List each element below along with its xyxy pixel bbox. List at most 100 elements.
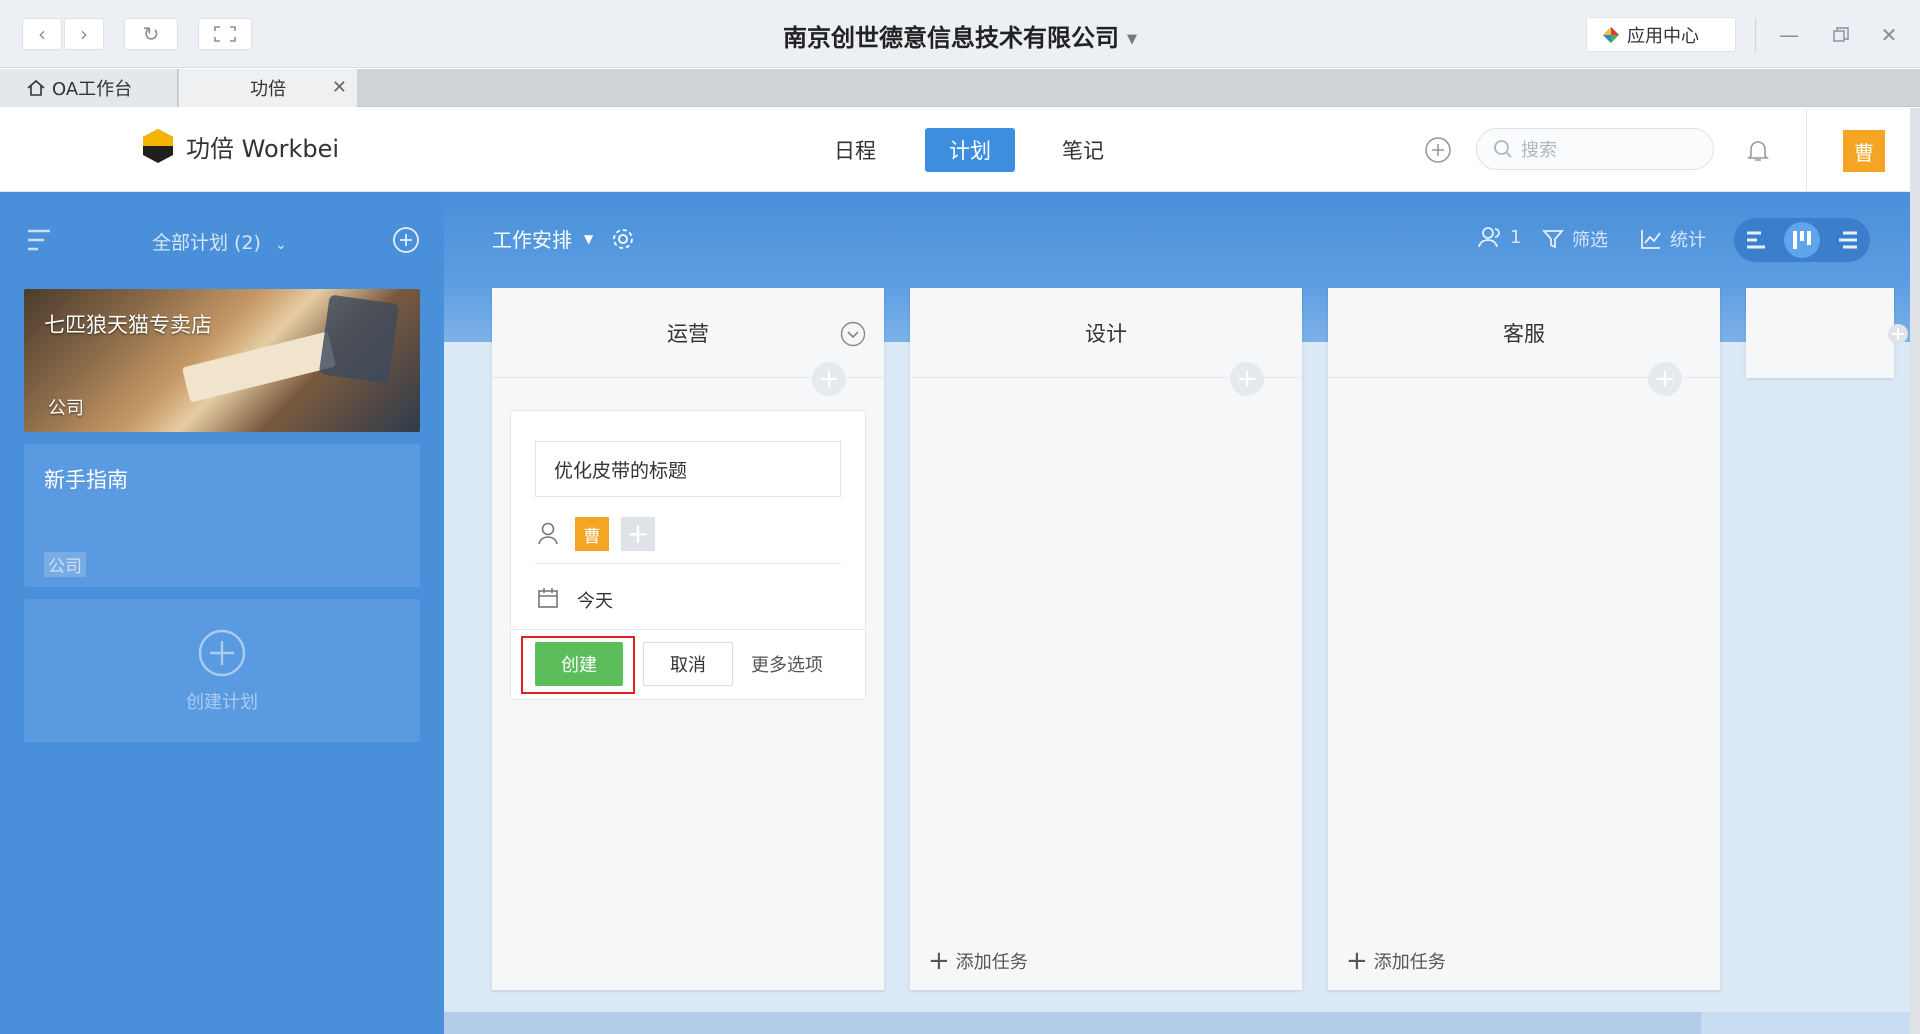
due-date-picker[interactable]: 今天 xyxy=(577,587,613,613)
task-title-value: 优化皮带的标题 xyxy=(554,459,688,482)
workbei-logo-icon xyxy=(143,129,173,163)
brand[interactable]: 功倍 Workbei xyxy=(142,128,339,164)
close-tab-icon[interactable]: ✕ xyxy=(332,77,347,98)
gantt-view-icon xyxy=(1747,231,1765,249)
stats-label: 统计 xyxy=(1670,230,1706,251)
add-circle-icon xyxy=(198,629,246,676)
app-center-logo-icon xyxy=(1603,26,1619,43)
kanban-view-icon xyxy=(1793,231,1811,249)
close-window-button[interactable]: ✕ xyxy=(1874,20,1904,50)
plus-icon: + xyxy=(1346,946,1368,976)
restore-button[interactable] xyxy=(1826,20,1856,50)
column-title: 设计 xyxy=(1085,321,1127,346)
brand-name: 功倍 Workbei xyxy=(186,134,340,163)
plus-icon: + xyxy=(1654,364,1676,394)
assignee-avatar[interactable]: 曹 xyxy=(575,517,609,551)
horizontal-scrollbar[interactable] xyxy=(444,1012,1910,1034)
board-column-operations: 运营 + 优化皮带的标题 曹 + 今天 创建 取消 更多选项 xyxy=(492,288,884,990)
plan-card-tmall-store[interactable]: 七匹狼天猫专卖店 公司 xyxy=(24,289,420,432)
add-task-link[interactable]: + 添加任务 xyxy=(928,946,1028,976)
tab-label: 功倍 xyxy=(250,79,286,100)
app-center-label: 应用中心 xyxy=(1627,25,1699,47)
list-view-button[interactable] xyxy=(1830,222,1866,258)
plan-filter-label: 全部计划 (2) xyxy=(152,232,261,254)
titlebar-divider xyxy=(1755,18,1756,52)
avatar-initial: 曹 xyxy=(1854,140,1874,165)
kanban-board: 工作安排 ▼ 1 筛选 统计 运营 + 优化皮带的标题 曹 + 今天 创建 取消… xyxy=(444,192,1910,1034)
view-switcher xyxy=(1734,218,1870,262)
collapse-circle-icon[interactable] xyxy=(840,321,866,347)
tab-notes[interactable]: 笔记 xyxy=(1038,128,1128,172)
create-label: 创建 xyxy=(561,655,597,676)
tab-bar: OA工作台 功倍 ✕ xyxy=(0,69,1920,107)
gantt-view-button[interactable] xyxy=(1738,222,1774,258)
plan-title: 七匹狼天猫专卖店 xyxy=(44,313,212,337)
plan-sidebar: 全部计划 (2) ⌄ 七匹狼天猫专卖店 公司 新手指南 公司 创建计划 xyxy=(0,192,444,1034)
board-view-name: 工作安排 xyxy=(492,228,572,252)
tab-notes-label: 笔记 xyxy=(1062,139,1104,163)
tab-plan-label: 计划 xyxy=(949,139,991,163)
caret-down-icon: ▼ xyxy=(584,231,594,246)
add-circle-icon xyxy=(1888,324,1908,344)
add-assignee-button[interactable]: + xyxy=(621,517,655,551)
board-column-design: 设计 + + 添加任务 xyxy=(910,288,1302,990)
plan-tag: 公司 xyxy=(48,398,84,419)
scrollbar-thumb[interactable] xyxy=(444,1012,1701,1034)
gear-icon[interactable] xyxy=(611,227,635,251)
calendar-icon xyxy=(538,588,558,608)
add-task-label: 添加任务 xyxy=(1373,952,1446,973)
window-titlebar: ‹ › ↻ 南京创世德意信息技术有限公司 ▼ 应用中心 — ✕ xyxy=(0,0,1920,68)
tab-plan[interactable]: 计划 xyxy=(925,128,1015,172)
add-column-placeholder[interactable] xyxy=(1746,288,1908,378)
add-task-link[interactable]: + 添加任务 xyxy=(1346,946,1446,976)
app-center-button[interactable]: 应用中心 xyxy=(1586,17,1736,52)
home-icon xyxy=(27,79,45,96)
plus-icon: + xyxy=(928,946,950,976)
filter-button[interactable]: 筛选 xyxy=(1542,226,1608,252)
search-input[interactable]: 搜索 xyxy=(1476,128,1714,170)
caret-down-icon: ▼ xyxy=(1127,31,1137,47)
add-task-button[interactable]: + xyxy=(812,362,846,396)
members-button[interactable]: 1 xyxy=(1478,226,1521,248)
plus-icon: + xyxy=(626,517,650,550)
stats-button[interactable]: 统计 xyxy=(1640,226,1706,252)
column-title: 客服 xyxy=(1503,321,1545,346)
minimize-button[interactable]: — xyxy=(1774,20,1804,50)
column-title: 运营 xyxy=(667,321,709,346)
due-date-value: 今天 xyxy=(577,591,613,612)
add-circle-icon[interactable] xyxy=(1424,136,1452,164)
search-placeholder: 搜索 xyxy=(1521,140,1557,161)
add-plan-icon[interactable] xyxy=(392,226,420,254)
more-options-label: 更多选项 xyxy=(751,655,823,676)
add-task-button[interactable]: + xyxy=(1648,362,1682,396)
app-header: 功倍 Workbei 日程 计划 笔记 搜索 曹 xyxy=(0,108,1920,192)
search-icon xyxy=(1494,140,1512,158)
close-icon: ✕ xyxy=(1880,23,1898,47)
header-divider xyxy=(1806,108,1807,192)
cover-image-decoration xyxy=(181,331,337,403)
bell-icon[interactable] xyxy=(1744,136,1772,164)
create-plan-card[interactable]: 创建计划 xyxy=(24,599,420,742)
tab-schedule[interactable]: 日程 xyxy=(810,128,900,172)
menu-icon[interactable] xyxy=(26,228,54,252)
company-title-text: 南京创世德意信息技术有限公司 xyxy=(783,24,1119,52)
tab-oa-workbench[interactable]: OA工作台 xyxy=(0,69,178,107)
chevron-down-icon: ⌄ xyxy=(275,237,287,253)
user-avatar[interactable]: 曹 xyxy=(1843,130,1885,172)
tab-label: OA工作台 xyxy=(52,79,133,100)
plan-card-guide[interactable]: 新手指南 公司 xyxy=(24,444,420,587)
add-task-button[interactable]: + xyxy=(1230,362,1264,396)
kanban-view-button[interactable] xyxy=(1784,222,1820,258)
tab-schedule-label: 日程 xyxy=(834,139,876,163)
plus-icon: + xyxy=(818,364,840,394)
cancel-button[interactable]: 取消 xyxy=(643,642,733,686)
new-task-form: 优化皮带的标题 曹 + 今天 创建 取消 更多选项 xyxy=(510,410,866,700)
create-task-button[interactable]: 创建 xyxy=(535,642,623,686)
task-title-input[interactable]: 优化皮带的标题 xyxy=(535,441,841,497)
more-options-link[interactable]: 更多选项 xyxy=(751,642,823,686)
tab-workbei[interactable]: 功倍 ✕ xyxy=(179,69,357,107)
board-view-selector[interactable]: 工作安排 ▼ xyxy=(492,224,635,253)
new-task-actions: 创建 取消 更多选项 xyxy=(511,629,865,699)
cancel-label: 取消 xyxy=(670,655,706,676)
plan-filter-dropdown[interactable]: 全部计划 (2) ⌄ xyxy=(152,228,287,255)
